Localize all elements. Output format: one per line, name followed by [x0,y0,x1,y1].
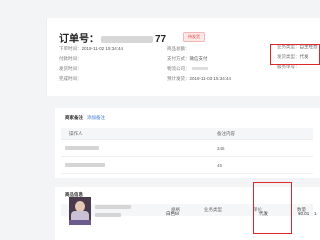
operator-redacted [65,146,99,150]
meta-row-expected-ship: 预计发货：2019-11-03 15:34:44 [167,76,231,81]
meta-row-complete-time: 完成时间： [59,76,82,81]
meta-row-order-time: 下单时间：2019-11-02 15:34:44 [59,46,123,51]
merchant-remarks-card: 商家备注 添加备注 操作人 备注内容 345 45 [55,108,320,178]
product-price: ¥0.01 [298,211,310,216]
highlight-box-goods-biz-type [253,182,292,234]
table-row: 45 [61,159,313,174]
meta-row-pay-method: 支付方式：微信支付 [167,56,208,61]
meta-row-total: 商品总额： [167,46,190,51]
table-row: 345 [61,142,313,157]
product-spec: 白色M [166,211,179,216]
order-status-badge: 待发货 [183,32,205,42]
meta-row-ship-time: 发货时间： [59,66,82,71]
remark-content: 345 [217,146,225,151]
product-name-redacted [95,213,121,217]
order-number-title: 订单号： 77 [59,30,166,45]
remarks-table-header: 操作人 备注内容 [61,128,313,140]
remarks-col-operator: 操作人 [69,131,83,136]
order-meta-column-1: 下单时间：2019-11-02 15:34:44 付款时间： 发货时间： 完成时… [59,44,123,84]
order-id-suffix: 77 [155,34,167,45]
product-name-redacted [95,205,131,209]
remarks-col-content: 备注内容 [217,131,235,136]
meta-row-logistics: 物流公司： [167,64,231,74]
order-meta-column-2: 商品总额： 支付方式：微信支付 物流公司： 预计发货：2019-11-03 15… [167,44,231,84]
meta-row-pay-time: 付款时间： [59,56,82,61]
add-remark-link[interactable]: 添加备注 [87,115,105,121]
operator-redacted [65,163,105,167]
logistics-redacted [191,67,208,71]
goods-col-biz-type: 业务类型 [204,207,222,212]
product-qty: 1 [314,211,317,216]
product-thumbnail[interactable] [69,197,91,225]
remarks-section-title: 商家备注 [65,115,83,120]
remark-content: 45 [217,163,223,168]
order-id-redacted [101,35,153,43]
highlight-box-biz-type [270,44,320,65]
